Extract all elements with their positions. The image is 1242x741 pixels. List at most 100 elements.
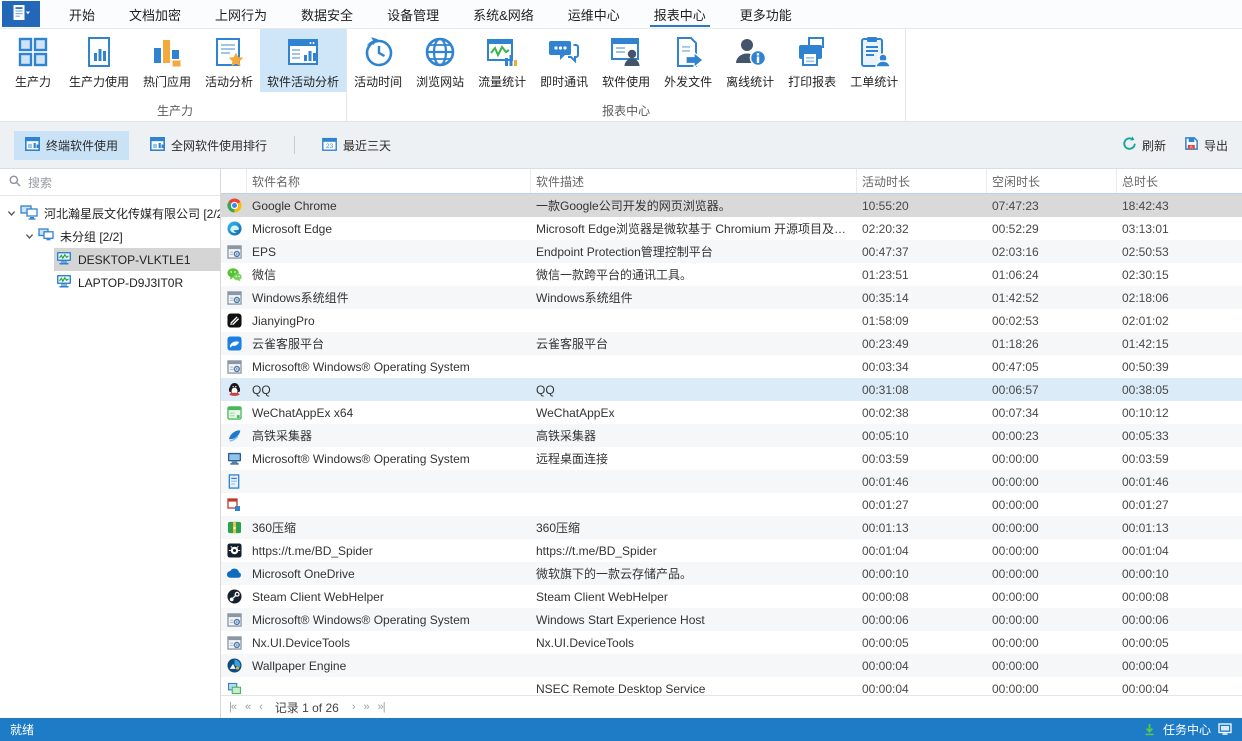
- date-filter-button[interactable]: 23 最近三天: [311, 131, 402, 160]
- ribbon-button-work-order-stats[interactable]: 工单统计: [843, 29, 905, 92]
- table-row[interactable]: Windows系统组件Windows系统组件00:35:1401:42:5202…: [221, 286, 1242, 309]
- first-page-button[interactable]: |«: [229, 701, 236, 713]
- table-row[interactable]: Microsoft OneDrive微软旗下的一款云存储产品。00:00:100…: [221, 562, 1242, 585]
- cell-software-description: QQ: [531, 383, 857, 397]
- table-row[interactable]: Google Chrome一款Google公司开发的网页浏览器。10:55:20…: [221, 194, 1242, 217]
- cell-idle-duration: 00:00:00: [987, 452, 1117, 466]
- menu-item-device-management[interactable]: 设备管理: [370, 0, 456, 28]
- column-header-total[interactable]: 总时长: [1117, 169, 1242, 193]
- table-row[interactable]: 00:01:2700:00:0000:01:27: [221, 493, 1242, 516]
- printer-icon: [795, 35, 829, 69]
- table-row[interactable]: Microsoft® Windows® Operating System00:0…: [221, 355, 1242, 378]
- cell-active-duration: 00:00:08: [857, 590, 987, 604]
- menu-item-ops-center[interactable]: 运维中心: [551, 0, 637, 28]
- column-header-name[interactable]: 软件名称: [247, 169, 531, 193]
- ribbon-button-instant-messaging[interactable]: 即时通讯: [533, 29, 595, 92]
- table-row[interactable]: 高铁采集器高铁采集器00:05:1000:00:2300:05:33: [221, 424, 1242, 447]
- table-row[interactable]: Microsoft EdgeMicrosoft Edge浏览器是微软基于 Chr…: [221, 217, 1242, 240]
- cell-total-duration: 00:01:04: [1117, 544, 1242, 558]
- table-row[interactable]: Microsoft® Windows® Operating System远程桌面…: [221, 447, 1242, 470]
- column-header-desc[interactable]: 软件描述: [531, 169, 857, 193]
- table-row[interactable]: Steam Client WebHelperSteam Client WebHe…: [221, 585, 1242, 608]
- cell-software-description: 高铁采集器: [531, 427, 857, 444]
- fast-next-page-button[interactable]: »: [364, 701, 369, 713]
- cell-software-name: 云雀客服平台: [247, 335, 531, 352]
- ribbon-button-activity-analysis[interactable]: 活动分析: [198, 29, 260, 92]
- table-row[interactable]: 微信微信一款跨平台的通讯工具。01:23:5101:06:2402:30:15: [221, 263, 1242, 286]
- table-row[interactable]: 00:01:4600:00:0000:01:46: [221, 470, 1242, 493]
- cell-active-duration: 00:23:49: [857, 337, 987, 351]
- ribbon-button-software-usage[interactable]: 软件使用: [595, 29, 657, 92]
- table-row[interactable]: Wallpaper Engine00:00:0400:00:0000:00:04: [221, 654, 1242, 677]
- tree-item-endpoint-laptop[interactable]: LAPTOP-D9J3IT0R: [0, 271, 220, 294]
- ribbon-button-print-reports[interactable]: 打印报表: [781, 29, 843, 92]
- search-box[interactable]: 搜索: [0, 169, 220, 196]
- ribbon-button-traffic-stats[interactable]: 流量统计: [471, 29, 533, 92]
- ribbon-button-productivity[interactable]: 生产力: [4, 29, 62, 92]
- tree-item-company[interactable]: 河北瀚星辰文化传媒有限公司 [2/2]: [0, 202, 220, 225]
- table-row[interactable]: NSEC Remote Desktop Service00:00:0400:00…: [221, 677, 1242, 695]
- column-header-active[interactable]: 活动时长: [857, 169, 987, 193]
- ribbon-button-software-activity-analysis[interactable]: 软件活动分析: [260, 29, 346, 92]
- person-info-icon: [733, 35, 767, 69]
- svg-text:A: A: [1190, 145, 1193, 150]
- table-row[interactable]: Nx.UI.DeviceToolsNx.UI.DeviceTools00:00:…: [221, 631, 1242, 654]
- next-page-button[interactable]: ›: [352, 701, 355, 713]
- cell-software-description: Windows系统组件: [531, 289, 857, 306]
- winapp-icon: [221, 636, 247, 650]
- ribbon-button-productivity-usage[interactable]: 生产力使用: [62, 29, 136, 92]
- cell-total-duration: 00:01:27: [1117, 498, 1242, 512]
- task-center-button[interactable]: 任务中心: [1163, 721, 1211, 738]
- menu-item-more-features[interactable]: 更多功能: [723, 0, 809, 28]
- table-row[interactable]: WeChatAppEx x64WeChatAppEx00:02:3800:07:…: [221, 401, 1242, 424]
- menu-item-system-network[interactable]: 系统&网络: [456, 0, 551, 28]
- download-tasks-icon[interactable]: [1143, 723, 1156, 736]
- export-button[interactable]: A导出: [1184, 136, 1228, 154]
- grid-icon: [16, 35, 50, 69]
- app-menu-button[interactable]: [2, 1, 40, 27]
- search-icon: [9, 175, 21, 190]
- ribbon-button-label: 热门应用: [143, 73, 191, 90]
- column-header-idle[interactable]: 空闲时长: [987, 169, 1117, 193]
- cell-software-description: Steam Client WebHelper: [531, 590, 857, 604]
- remote-desktop-status-icon[interactable]: [1218, 723, 1232, 736]
- fast-prev-page-button[interactable]: «: [245, 701, 250, 713]
- ribbon-button-outgoing-files[interactable]: 外发文件: [657, 29, 719, 92]
- cell-idle-duration: 00:06:57: [987, 383, 1117, 397]
- last-page-button[interactable]: »|: [378, 701, 385, 713]
- menu-item-internet-behavior[interactable]: 上网行为: [198, 0, 284, 28]
- cell-software-description: 一款Google公司开发的网页浏览器。: [531, 197, 857, 214]
- ribbon-button-browse-websites[interactable]: 浏览网站: [409, 29, 471, 92]
- ribbon-button-hot-apps[interactable]: 热门应用: [136, 29, 198, 92]
- cell-software-name: EPS: [247, 245, 531, 259]
- table-row[interactable]: JianyingPro01:58:0900:02:5302:01:02: [221, 309, 1242, 332]
- table-row[interactable]: EPSEndpoint Protection管理控制平台00:47:3702:0…: [221, 240, 1242, 263]
- date-filter-label: 最近三天: [343, 137, 391, 154]
- tab-network-software-ranking[interactable]: 全网软件使用排行: [139, 131, 278, 160]
- ribbon-button-activity-time[interactable]: 活动时间: [347, 29, 409, 92]
- cell-idle-duration: 00:00:00: [987, 682, 1117, 696]
- cell-software-description: 微软旗下的一款云存储产品。: [531, 565, 857, 582]
- cell-total-duration: 00:00:05: [1117, 636, 1242, 650]
- status-bar-right: 任务中心: [1143, 721, 1232, 738]
- tab-label: 全网软件使用排行: [171, 137, 267, 154]
- cell-total-duration: 00:00:08: [1117, 590, 1242, 604]
- table-row[interactable]: Microsoft® Windows® Operating SystemWind…: [221, 608, 1242, 631]
- tree-item-group-ungrouped[interactable]: 未分组 [2/2]: [0, 225, 220, 248]
- menu-item-report-center[interactable]: 报表中心: [637, 0, 723, 28]
- table-row[interactable]: https://t.me/BD_Spiderhttps://t.me/BD_Sp…: [221, 539, 1242, 562]
- menu-item-data-security[interactable]: 数据安全: [284, 0, 370, 28]
- tree-item-endpoint-desktop[interactable]: DESKTOP-VLKTLE1: [0, 248, 220, 271]
- wechatappex-icon: [221, 406, 247, 420]
- menu-item-start[interactable]: 开始: [52, 0, 112, 28]
- menu-item-doc-encryption[interactable]: 文档加密: [112, 0, 198, 28]
- prev-page-button[interactable]: ‹: [259, 701, 262, 713]
- cell-active-duration: 00:31:08: [857, 383, 987, 397]
- cell-software-name: Microsoft® Windows® Operating System: [247, 613, 531, 627]
- ribbon-button-offline-stats[interactable]: 离线统计: [719, 29, 781, 92]
- table-row[interactable]: QQQQ00:31:0800:06:5700:38:05: [221, 378, 1242, 401]
- tab-endpoint-software-usage[interactable]: 终端软件使用: [14, 131, 129, 160]
- table-row[interactable]: 云雀客服平台云雀客服平台00:23:4901:18:2601:42:15: [221, 332, 1242, 355]
- table-row[interactable]: 360压缩360压缩00:01:1300:00:0000:01:13: [221, 516, 1242, 539]
- refresh-button[interactable]: 刷新: [1122, 136, 1166, 154]
